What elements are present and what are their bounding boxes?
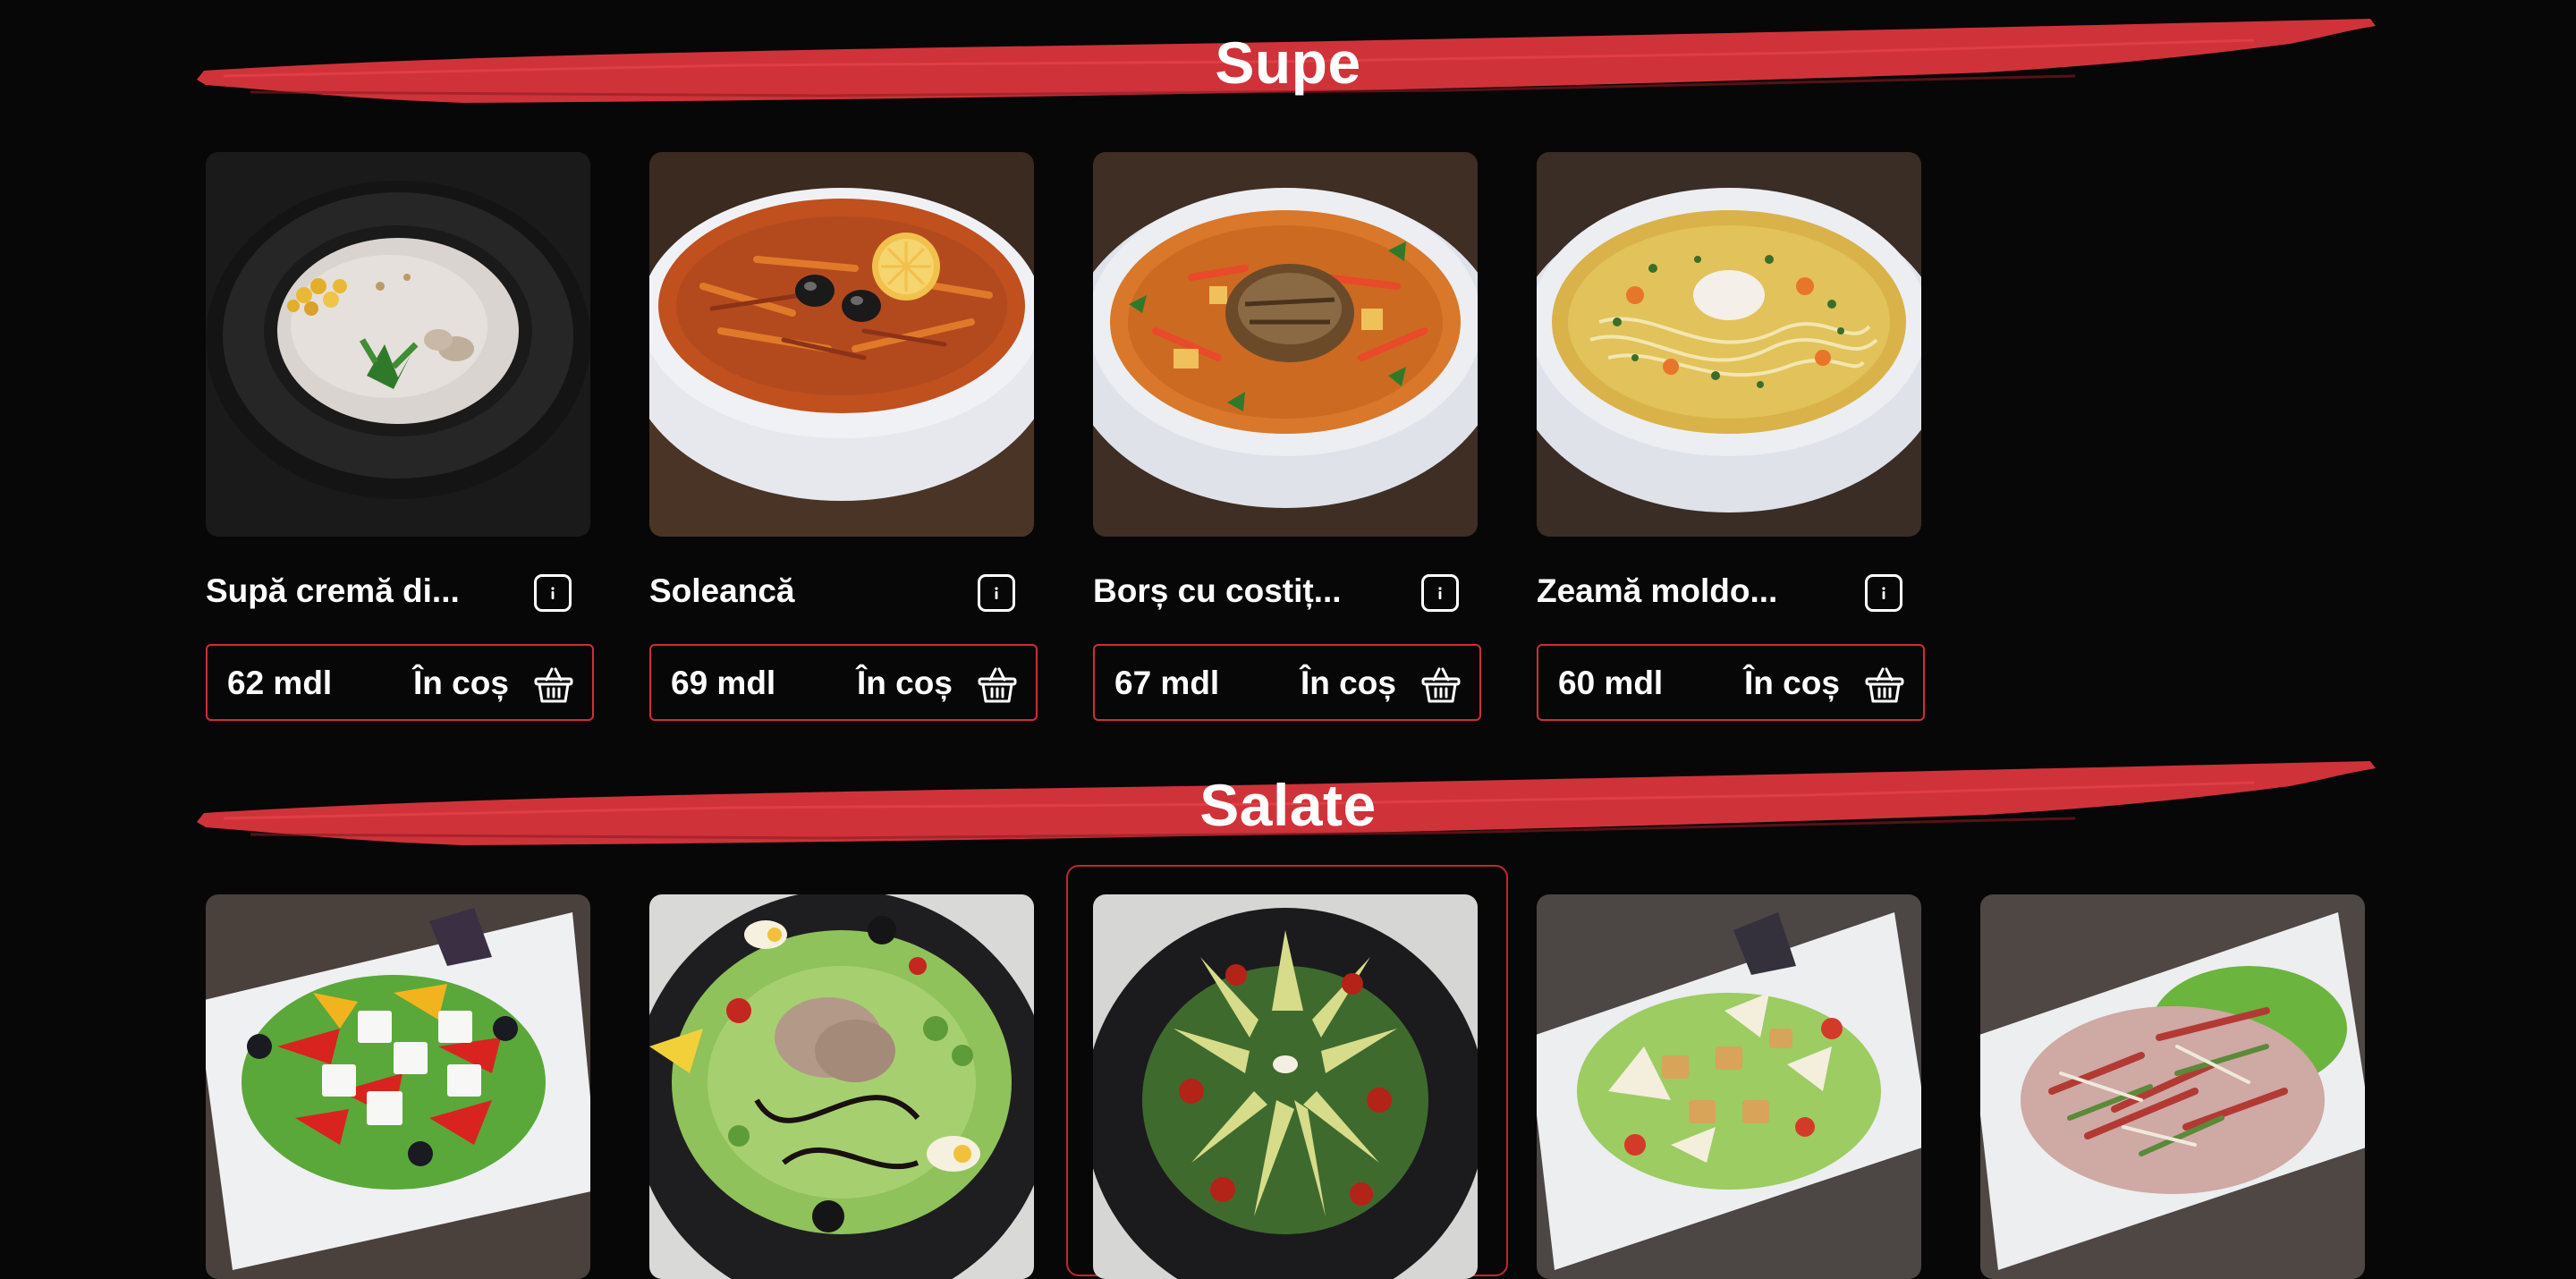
product-image[interactable] — [649, 894, 1034, 1279]
add-to-cart-label: În coș — [413, 665, 509, 701]
info-icon — [1431, 584, 1449, 602]
product-image[interactable] — [1537, 152, 1921, 537]
product-image[interactable] — [1537, 894, 1921, 1279]
product-name[interactable]: Zeamă moldo... — [1537, 569, 1832, 614]
add-to-cart-label: În coș — [857, 665, 953, 701]
basket-icon — [1864, 664, 1905, 705]
product-image[interactable] — [1093, 894, 1478, 1279]
info-icon — [1875, 584, 1893, 602]
basket-icon — [1420, 664, 1462, 705]
add-to-cart-label: În coș — [1301, 665, 1396, 701]
info-button[interactable] — [534, 574, 572, 612]
product-image[interactable] — [206, 152, 590, 537]
product-image[interactable] — [1093, 152, 1478, 537]
info-icon — [987, 584, 1005, 602]
product-name[interactable]: Supă cremă di... — [206, 569, 501, 614]
section-banner-supe: Supe — [197, 13, 2379, 112]
section-title: Supe — [1215, 30, 1361, 96]
section-banner-salate: Salate — [197, 756, 2379, 854]
info-button[interactable] — [978, 574, 1015, 612]
add-to-cart-button[interactable]: 69 mdl În coș — [649, 644, 1038, 721]
product-name[interactable]: Borș cu costiț... — [1093, 569, 1388, 614]
product-price: 69 mdl — [671, 665, 776, 701]
add-to-cart-button[interactable]: 62 mdl În coș — [206, 644, 594, 721]
product-image[interactable] — [206, 894, 590, 1279]
info-button[interactable] — [1421, 574, 1459, 612]
add-to-cart-button[interactable]: 60 mdl În coș — [1537, 644, 1925, 721]
product-image[interactable] — [1980, 894, 2365, 1279]
add-to-cart-button[interactable]: 67 mdl În coș — [1093, 644, 1481, 721]
add-to-cart-label: În coș — [1744, 665, 1840, 701]
product-price: 62 mdl — [227, 665, 333, 701]
section-title: Salate — [1199, 772, 1377, 838]
product-name[interactable]: Soleancă — [649, 569, 945, 614]
basket-icon — [533, 664, 574, 705]
info-icon — [544, 584, 562, 602]
product-price: 67 mdl — [1114, 665, 1220, 701]
product-image[interactable] — [649, 152, 1034, 537]
info-button[interactable] — [1865, 574, 1902, 612]
basket-icon — [977, 664, 1018, 705]
product-price: 60 mdl — [1558, 665, 1664, 701]
